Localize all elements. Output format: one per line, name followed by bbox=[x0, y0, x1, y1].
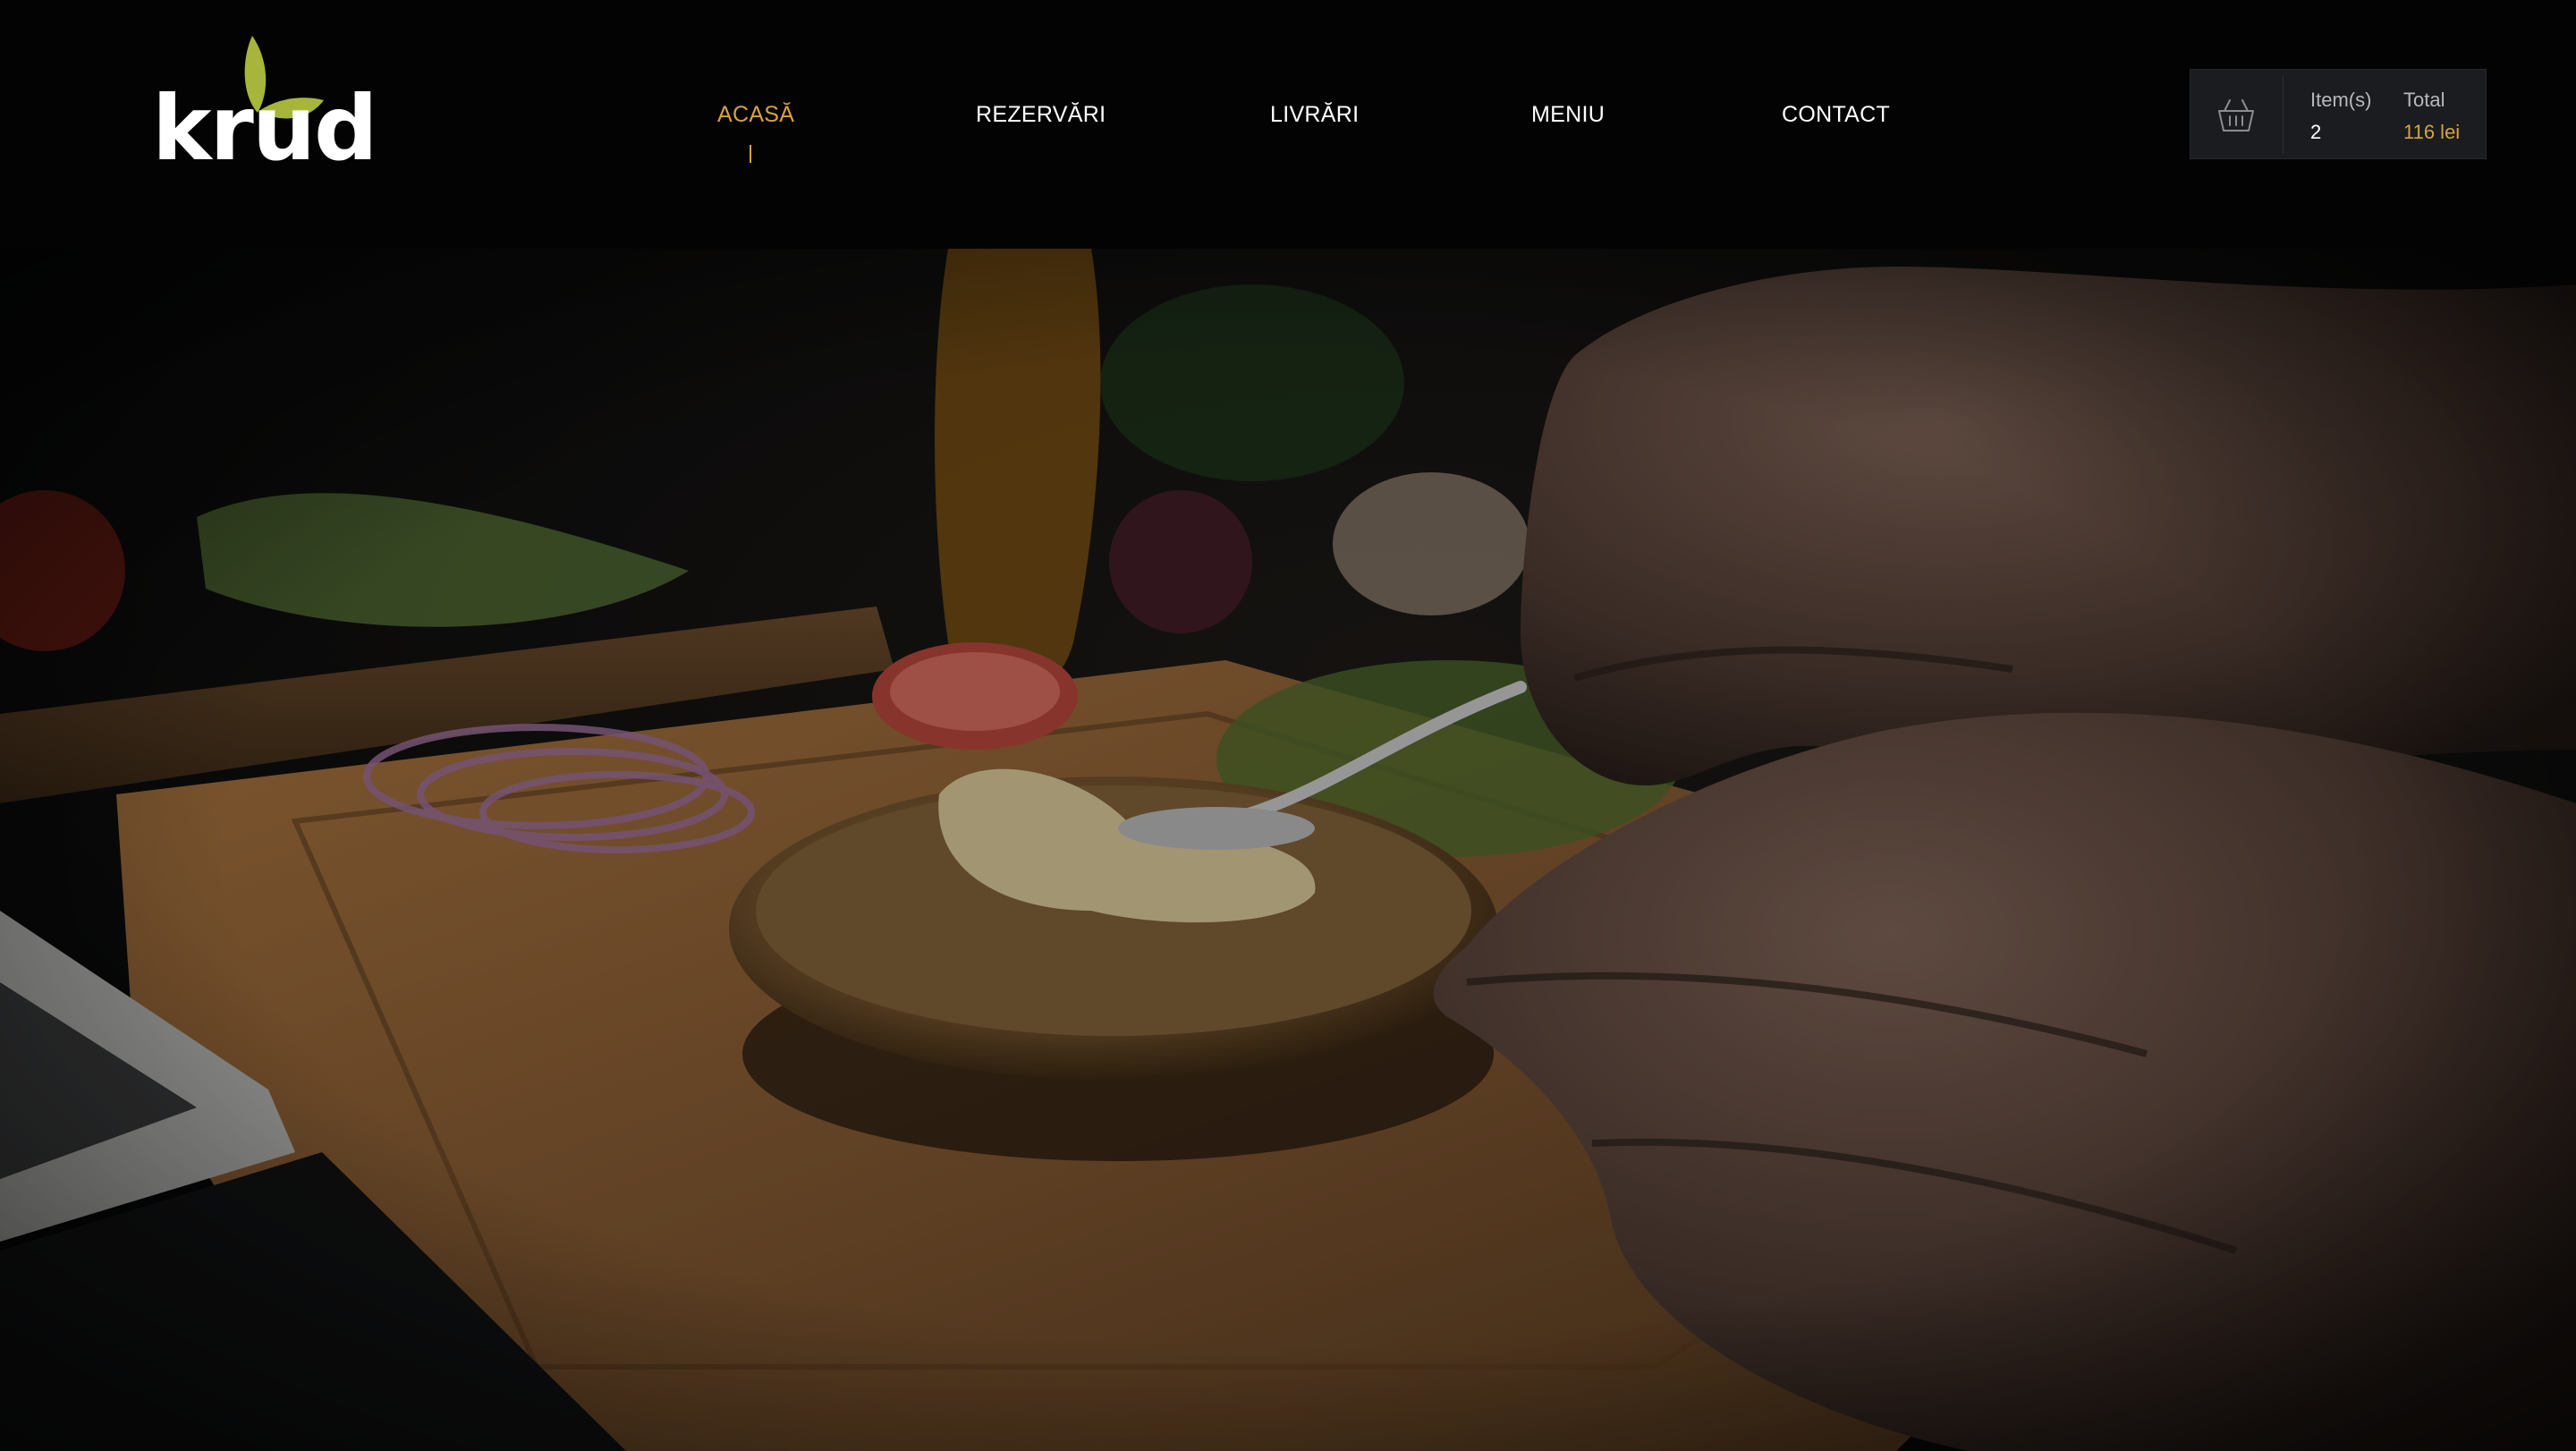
burger-prep-scene bbox=[0, 249, 2576, 1451]
nav-item-acasa[interactable]: ACASĂ bbox=[717, 102, 794, 128]
nav-item-meniu[interactable]: MENIU bbox=[1531, 102, 1605, 128]
brand-name: krud bbox=[152, 76, 378, 181]
basket-icon bbox=[2218, 99, 2254, 132]
active-nav-indicator bbox=[750, 145, 751, 163]
hero-video bbox=[0, 249, 2576, 1451]
cart-total: Total 116 lei bbox=[2403, 84, 2460, 148]
cart-items-label: Item(s) bbox=[2310, 89, 2372, 111]
cart-widget[interactable]: Item(s) 2 Total 116 lei bbox=[2190, 69, 2487, 159]
nav-item-contact[interactable]: CONTACT bbox=[1782, 102, 1890, 128]
cart-total-value: 116 lei bbox=[2403, 121, 2461, 143]
cart-total-label: Total bbox=[2403, 89, 2445, 111]
nav-item-livrari[interactable]: LIVRĂRI bbox=[1270, 102, 1359, 128]
cart-items-count: 2 bbox=[2310, 121, 2322, 143]
cart-items: Item(s) 2 bbox=[2310, 84, 2371, 148]
site-header: krud ACASĂ REZERVĂRI LIVRĂRI MENIU CONTA… bbox=[0, 0, 2576, 249]
page: krud ACASĂ REZERVĂRI LIVRĂRI MENIU CONTA… bbox=[0, 0, 2576, 1451]
krud-logo[interactable]: krud bbox=[152, 32, 378, 184]
nav-item-rezervari[interactable]: REZERVĂRI bbox=[976, 102, 1106, 128]
cart-divider bbox=[2283, 75, 2284, 154]
